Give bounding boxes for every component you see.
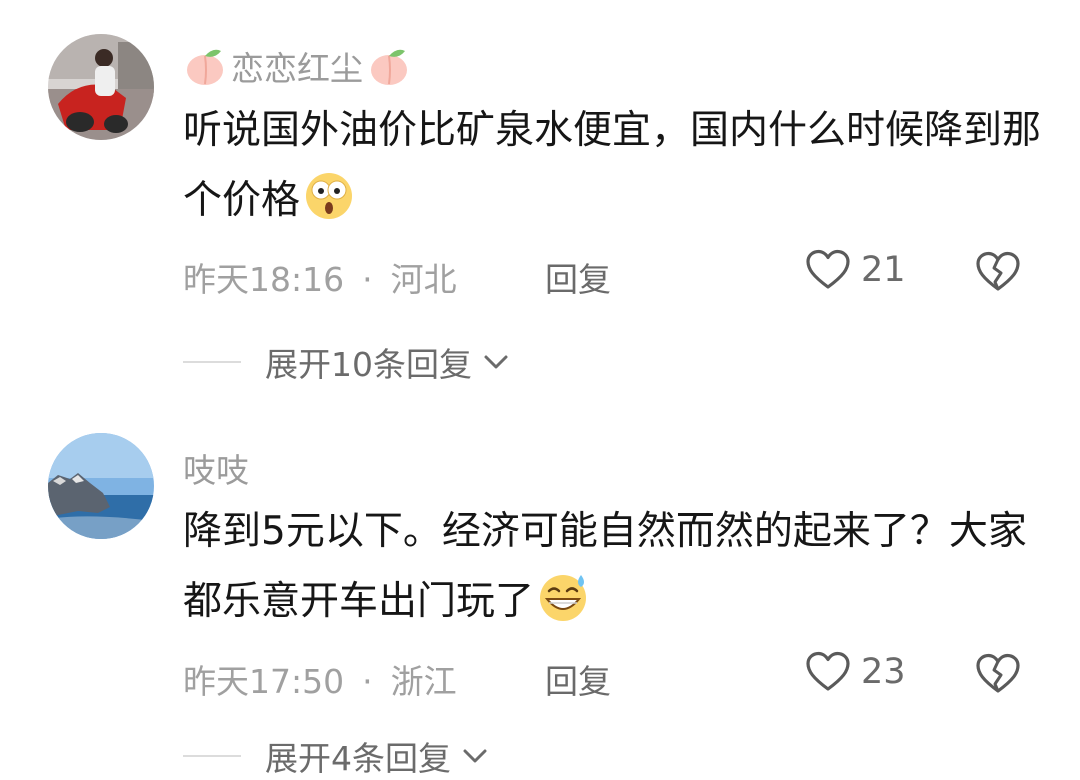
expand-replies-label: 展开4条回复 bbox=[265, 739, 451, 778]
peach-icon bbox=[187, 49, 223, 85]
reply-button[interactable]: 回复 bbox=[545, 253, 611, 301]
location: 河北 bbox=[390, 260, 457, 299]
heart-outline-icon bbox=[806, 651, 850, 691]
expand-replies-label: 展开10条回复 bbox=[265, 345, 472, 384]
comment-meta: 昨天17:50 · 浙江 bbox=[183, 655, 457, 703]
timestamp: 昨天18:16 bbox=[183, 260, 345, 299]
username-text: 吱吱 bbox=[183, 451, 249, 490]
like-button[interactable]: 23 bbox=[805, 651, 906, 693]
dislike-button[interactable] bbox=[975, 251, 1021, 297]
like-count: 21 bbox=[861, 250, 906, 290]
avatar[interactable] bbox=[48, 34, 154, 140]
divider-line bbox=[183, 361, 241, 363]
meta-separator: · bbox=[362, 260, 373, 299]
comment-text-content: 降到5元以下。经济可能自然而然的起来了？大家都乐意开车出门玩了 bbox=[183, 509, 1027, 624]
comment-text: 听说国外油价比矿泉水便宜，国内什么时候降到那个价格 bbox=[183, 96, 1043, 244]
heart-outline-icon bbox=[806, 249, 850, 289]
like-count: 23 bbox=[861, 652, 906, 692]
avatar-image bbox=[48, 34, 154, 140]
username[interactable]: 恋恋红尘 bbox=[183, 42, 411, 90]
peach-icon bbox=[371, 49, 407, 85]
comment-item: 恋恋红尘 听说国外油价比矿泉水便宜，国内什么时候降到那个价格 昨天18:16 · 河… bbox=[0, 0, 1080, 400]
chevron-down-icon bbox=[463, 749, 487, 763]
location: 浙江 bbox=[390, 662, 457, 701]
sweat-grin-emoji bbox=[536, 572, 590, 645]
shocked-face-emoji bbox=[302, 171, 356, 244]
meta-separator: · bbox=[362, 662, 373, 701]
comment-item: 吱吱 降到5元以下。经济可能自然而然的起来了？大家都乐意开车出门玩了 昨天17:… bbox=[0, 400, 1080, 778]
comment-text: 降到5元以下。经济可能自然而然的起来了？大家都乐意开车出门玩了 bbox=[183, 497, 1043, 645]
username-text: 恋恋红尘 bbox=[231, 49, 363, 88]
avatar[interactable] bbox=[48, 433, 154, 539]
broken-heart-icon bbox=[976, 251, 1020, 291]
dislike-button[interactable] bbox=[975, 653, 1021, 699]
avatar-image bbox=[48, 433, 154, 539]
comment-meta: 昨天18:16 · 河北 bbox=[183, 253, 457, 301]
reply-button[interactable]: 回复 bbox=[545, 655, 611, 703]
username[interactable]: 吱吱 bbox=[183, 444, 249, 492]
expand-replies-button[interactable]: 展开4条回复 bbox=[183, 732, 489, 780]
broken-heart-icon bbox=[976, 653, 1020, 693]
like-button[interactable]: 21 bbox=[805, 249, 906, 291]
timestamp: 昨天17:50 bbox=[183, 662, 345, 701]
chevron-down-icon bbox=[484, 355, 508, 369]
expand-replies-button[interactable]: 展开10条回复 bbox=[183, 338, 510, 386]
